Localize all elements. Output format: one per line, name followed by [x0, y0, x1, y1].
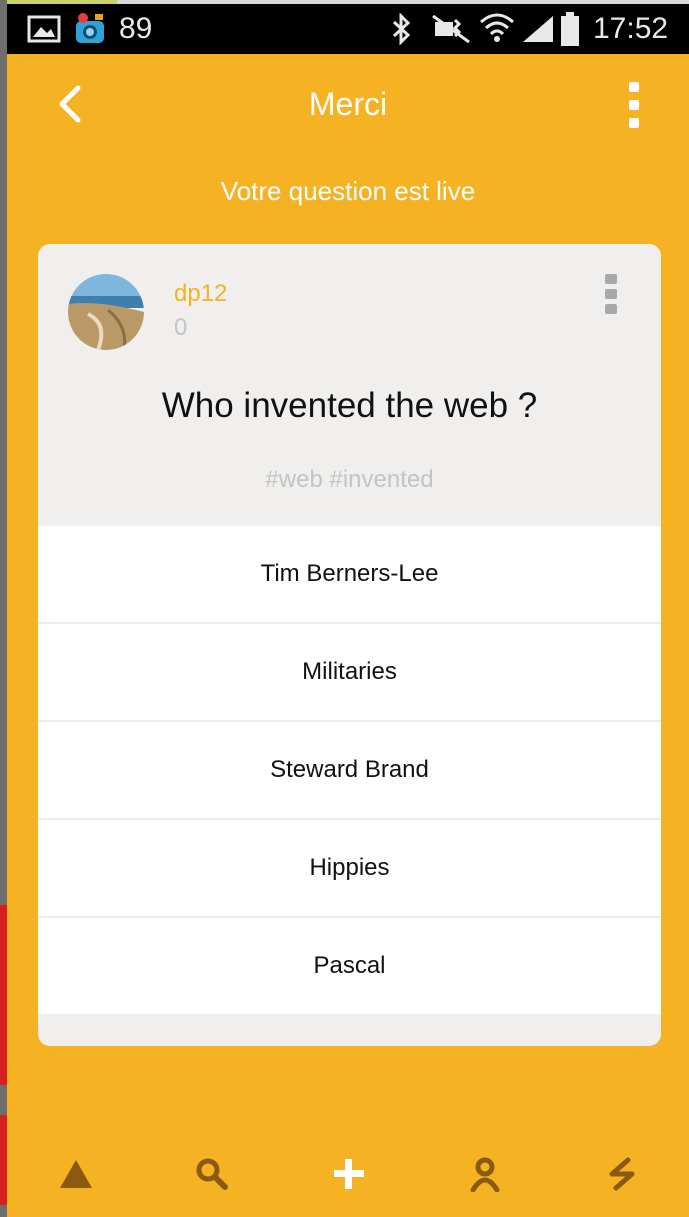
camera-app-icon [73, 4, 107, 54]
answer-option[interactable]: Pascal [38, 918, 661, 1014]
question-text: Who invented the web ? [161, 386, 538, 425]
more-dot-icon [605, 289, 617, 299]
bottom-nav [7, 1134, 689, 1214]
answer-option[interactable]: Militaries [38, 624, 661, 722]
live-status-text: Votre question est live [220, 176, 476, 206]
wifi-icon [479, 4, 515, 54]
profile-icon [470, 1157, 500, 1192]
nav-activity-button[interactable] [582, 1134, 662, 1214]
avatar[interactable] [68, 274, 144, 350]
nav-add-button[interactable] [309, 1134, 389, 1214]
more-dot-icon [629, 118, 639, 128]
edge-red-strip [0, 1115, 7, 1205]
more-dot-icon [629, 100, 639, 110]
status-bar: 89 17:52 [7, 4, 689, 54]
card-menu-button[interactable] [605, 274, 617, 314]
nav-home-button[interactable] [36, 1134, 116, 1214]
lightning-icon [609, 1157, 635, 1191]
battery-icon [559, 4, 581, 54]
app-bar: Merci [7, 54, 689, 154]
plus-icon [334, 1159, 364, 1189]
answer-option[interactable]: Steward Brand [38, 722, 661, 820]
nav-search-button[interactable] [172, 1134, 252, 1214]
status-time: 17:52 [593, 12, 669, 45]
username[interactable]: dp12 [174, 280, 227, 308]
more-dot-icon [605, 274, 617, 284]
answer-option[interactable]: Hippies [38, 820, 661, 918]
edge-red-strip [0, 905, 7, 1085]
chevron-left-icon [59, 85, 81, 123]
search-icon [196, 1158, 228, 1190]
answer-list: Tim Berners-Lee Militaries Steward Brand… [38, 526, 661, 1014]
overflow-menu-button[interactable] [619, 82, 649, 128]
user-score: 0 [174, 314, 188, 341]
gallery-icon [27, 4, 61, 54]
page-title: Merci [308, 86, 388, 122]
phone-screen: 89 17:52 Merci Votre question est live d… [7, 4, 689, 1217]
triangle-icon [60, 1160, 92, 1188]
notification-count: 89 [119, 12, 153, 45]
signal-icon [521, 4, 555, 54]
nav-profile-button[interactable] [445, 1134, 525, 1214]
question-tags: #web #invented [265, 466, 434, 493]
more-dot-icon [629, 82, 639, 92]
more-dot-icon [605, 304, 617, 314]
back-button[interactable] [45, 79, 95, 129]
silent-icon [431, 4, 471, 54]
answer-option[interactable]: Tim Berners-Lee [38, 526, 661, 624]
bluetooth-icon [391, 4, 413, 54]
question-card: dp12 0 Who invented the web ? #web #inve… [38, 244, 661, 1046]
screen-edge [0, 0, 7, 1217]
